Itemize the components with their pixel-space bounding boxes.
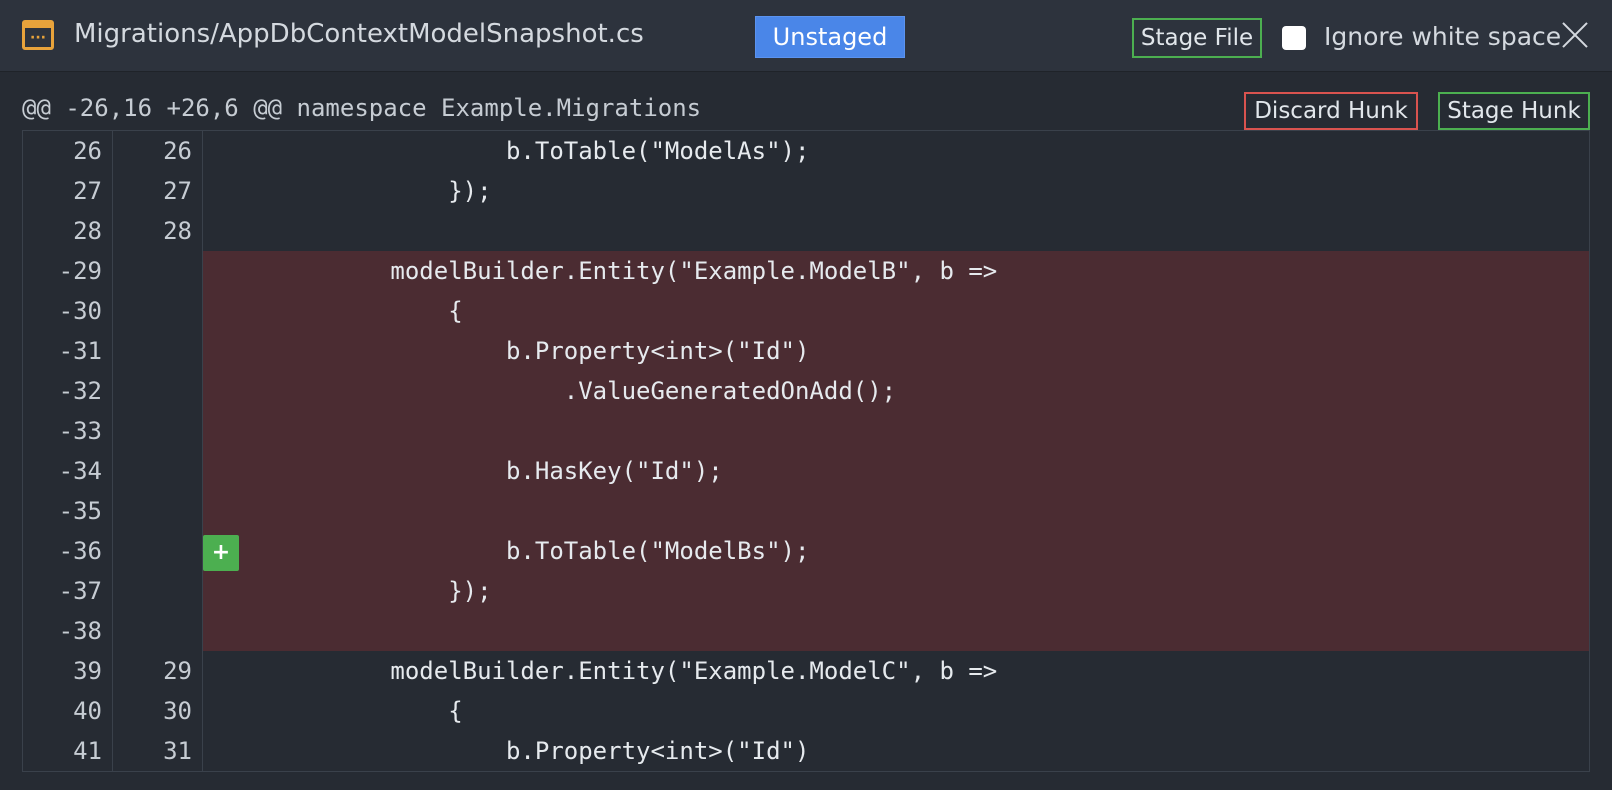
old-line-number: -34 — [23, 451, 113, 491]
code-line: .ValueGeneratedOnAdd(); — [203, 371, 1589, 411]
new-line-number: 29 — [113, 651, 203, 691]
old-line-number: 39 — [23, 651, 113, 691]
stage-file-button[interactable]: Stage File — [1132, 18, 1262, 58]
diff-line-removed[interactable]: -37 }); — [23, 571, 1589, 611]
code-line: b.ToTable("ModelBs"); + — [203, 531, 1589, 571]
file-icon: ··· — [22, 20, 54, 50]
new-line-number — [113, 371, 203, 411]
diff-header-bar: ··· Migrations/AppDbContextModelSnapshot… — [0, 0, 1612, 72]
new-line-number — [113, 611, 203, 651]
new-line-number — [113, 251, 203, 291]
diff-line-context[interactable]: 28 28 — [23, 211, 1589, 251]
code-line: }); — [203, 571, 1589, 611]
code-text: b.HasKey("Id"); — [217, 457, 723, 485]
diff-line-removed[interactable]: -36 b.ToTable("ModelBs"); + — [23, 531, 1589, 571]
code-line: modelBuilder.Entity("Example.ModelC", b … — [203, 651, 1589, 691]
old-line-number: 26 — [23, 131, 113, 171]
code-text: b.Property<int>("Id") — [217, 337, 810, 365]
old-line-number: 40 — [23, 691, 113, 731]
new-line-number: 26 — [113, 131, 203, 171]
code-line: b.HasKey("Id"); — [203, 451, 1589, 491]
ignore-whitespace-label[interactable]: Ignore white space — [1324, 22, 1561, 51]
old-line-number: -36 — [23, 531, 113, 571]
old-line-number: -31 — [23, 331, 113, 371]
new-line-number — [113, 331, 203, 371]
code-text: .ValueGeneratedOnAdd(); — [217, 377, 897, 405]
new-line-number: 30 — [113, 691, 203, 731]
code-line: modelBuilder.Entity("Example.ModelB", b … — [203, 251, 1589, 291]
old-line-number: -35 — [23, 491, 113, 531]
diff-line-removed[interactable]: -33 — [23, 411, 1589, 451]
new-line-number — [113, 411, 203, 451]
discard-hunk-button[interactable]: Discard Hunk — [1244, 92, 1418, 130]
old-line-number: 41 — [23, 731, 113, 771]
new-line-number — [113, 291, 203, 331]
code-line: }); — [203, 171, 1589, 211]
diff-line-removed[interactable]: -38 — [23, 611, 1589, 651]
new-line-number: 27 — [113, 171, 203, 211]
diff-line-removed[interactable]: -35 — [23, 491, 1589, 531]
code-line: b.Property<int>("Id") — [203, 331, 1589, 371]
code-text: modelBuilder.Entity("Example.ModelC", b … — [217, 657, 998, 685]
new-line-number: 28 — [113, 211, 203, 251]
code-text: modelBuilder.Entity("Example.ModelB", b … — [217, 257, 998, 285]
file-path: Migrations/AppDbContextModelSnapshot.cs — [74, 19, 644, 49]
code-text: { — [217, 697, 463, 725]
diff-line-context[interactable]: 41 31 b.Property<int>("Id") — [23, 731, 1589, 771]
code-line — [203, 491, 1589, 531]
stage-line-button[interactable]: + — [203, 535, 239, 571]
old-line-number: -30 — [23, 291, 113, 331]
old-line-number: -37 — [23, 571, 113, 611]
diff-line-removed[interactable]: -32 .ValueGeneratedOnAdd(); — [23, 371, 1589, 411]
code-line: b.ToTable("ModelAs"); — [203, 131, 1589, 171]
diff-line-removed[interactable]: -31 b.Property<int>("Id") — [23, 331, 1589, 371]
diff-line-removed[interactable]: -30 { — [23, 291, 1589, 331]
code-text: { — [217, 297, 463, 325]
old-line-number: -32 — [23, 371, 113, 411]
code-line: { — [203, 691, 1589, 731]
old-line-number: -29 — [23, 251, 113, 291]
unstaged-toggle[interactable]: Unstaged — [755, 16, 905, 58]
diff-view: 26 26 b.ToTable("ModelAs"); 27 27 }); 28 28 -2… — [22, 130, 1590, 772]
diff-line-removed[interactable]: -29 modelBuilder.Entity("Example.ModelB"… — [23, 251, 1589, 291]
code-text: b.ToTable("ModelBs"); — [217, 537, 810, 565]
new-line-number: 31 — [113, 731, 203, 771]
old-line-number: 28 — [23, 211, 113, 251]
new-line-number — [113, 491, 203, 531]
diff-line-context[interactable]: 40 30 { — [23, 691, 1589, 731]
code-line: b.Property<int>("Id") — [203, 731, 1589, 771]
code-text: b.ToTable("ModelAs"); — [217, 137, 810, 165]
code-text: }); — [217, 577, 492, 605]
code-line: { — [203, 291, 1589, 331]
new-line-number — [113, 571, 203, 611]
code-line — [203, 611, 1589, 651]
old-line-number: -33 — [23, 411, 113, 451]
close-icon[interactable] — [1560, 20, 1590, 50]
diff-line-removed[interactable]: -34 b.HasKey("Id"); — [23, 451, 1589, 491]
ignore-whitespace-checkbox[interactable] — [1282, 26, 1306, 50]
stage-hunk-button[interactable]: Stage Hunk — [1438, 92, 1590, 130]
code-line — [203, 411, 1589, 451]
new-line-number — [113, 531, 203, 571]
diff-line-context[interactable]: 26 26 b.ToTable("ModelAs"); — [23, 131, 1589, 171]
diff-line-context[interactable]: 27 27 }); — [23, 171, 1589, 211]
code-text: }); — [217, 177, 492, 205]
new-line-number — [113, 451, 203, 491]
hunk-header: @@ -26,16 +26,6 @@ namespace Example.Mig… — [22, 94, 702, 122]
old-line-number: -38 — [23, 611, 113, 651]
old-line-number: 27 — [23, 171, 113, 211]
code-text: b.Property<int>("Id") — [217, 737, 810, 765]
diff-line-context[interactable]: 39 29 modelBuilder.Entity("Example.ModelC… — [23, 651, 1589, 691]
